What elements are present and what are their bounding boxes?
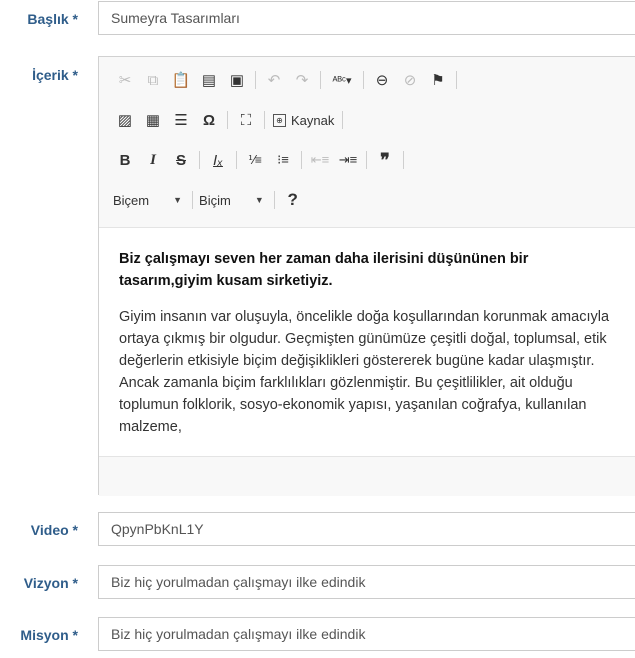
remove-format-icon[interactable]: Iₓ: [206, 148, 230, 172]
indent-icon[interactable]: ⇥≡: [336, 148, 360, 172]
blockquote-icon[interactable]: ❞: [373, 148, 397, 172]
maximize-icon[interactable]: ⛶: [234, 108, 258, 132]
toolbar-separator: [199, 151, 200, 169]
title-input[interactable]: Sumeyra Tasarımları: [98, 1, 635, 35]
anchor-flag-icon[interactable]: ⚑: [426, 68, 450, 92]
mission-label: Misyon *: [20, 627, 78, 643]
editor-content-area[interactable]: Biz çalışmayı seven her zaman daha ileri…: [99, 227, 635, 456]
toolbar-separator: [301, 151, 302, 169]
toolbar-separator: [342, 111, 344, 129]
style-dropdown-label: Biçem: [113, 192, 150, 208]
content-lead-paragraph: Biz çalışmayı seven her zaman daha ileri…: [119, 251, 529, 289]
image-icon[interactable]: ▨: [113, 108, 137, 132]
chevron-down-icon: ▼: [254, 195, 264, 205]
toolbar-separator: [320, 71, 321, 89]
outdent-icon[interactable]: ⇤≡: [308, 148, 332, 172]
special-char-icon[interactable]: Ω: [197, 108, 221, 132]
toolbar-separator: [236, 151, 237, 169]
horizontal-rule-icon[interactable]: ☰: [169, 108, 193, 132]
content-body-paragraph: Giyim insanın var oluşuyla, öncelikle do…: [119, 309, 610, 435]
undo-icon[interactable]: ↶: [262, 68, 286, 92]
toolbar-separator: [403, 151, 404, 169]
toolbar-separator: [363, 71, 364, 89]
video-input[interactable]: QpynPbKnL1Y: [98, 512, 635, 546]
table-icon[interactable]: ▦: [141, 108, 165, 132]
format-dropdown[interactable]: Biçim ▼: [199, 193, 264, 208]
source-label: Kaynak: [291, 112, 335, 128]
spellcheck-icon[interactable]: ᴬᴮᶜ▾: [327, 68, 357, 92]
source-button[interactable]: ⊕ Kaynak: [273, 113, 334, 128]
title-label: Başlık *: [27, 11, 78, 27]
numbered-list-icon[interactable]: ⅟≡: [243, 148, 267, 172]
paste-word-icon[interactable]: ▣: [225, 68, 249, 92]
toolbar-separator: [192, 191, 194, 209]
style-dropdown[interactable]: Biçem ▼: [113, 193, 182, 208]
cut-icon[interactable]: ✂: [113, 68, 137, 92]
mission-input[interactable]: Biz hiç yorulmadan çalışmayı ilke edindi…: [98, 617, 635, 651]
italic-icon[interactable]: I: [141, 148, 165, 172]
toolbar-separator: [227, 111, 228, 129]
rich-text-editor: ✂ ⧉ 📋 ▤ ▣ ↶ ↷ ᴬᴮᶜ▾ ⊖ ⊘ ⚑ ▨ ▦ ☰ Ω ⛶ ⊕ Kay…: [98, 56, 635, 496]
bold-icon[interactable]: B: [113, 148, 137, 172]
toolbar-separator: [264, 111, 265, 129]
paste-icon[interactable]: 📋: [169, 68, 193, 92]
editor-toolbar: ✂ ⧉ 📋 ▤ ▣ ↶ ↷ ᴬᴮᶜ▾ ⊖ ⊘ ⚑ ▨ ▦ ☰ Ω ⛶ ⊕ Kay…: [99, 57, 635, 227]
editor-footer: [99, 456, 635, 496]
toolbar-separator: [366, 151, 367, 169]
bulleted-list-icon[interactable]: ⁝≡: [271, 148, 295, 172]
toolbar-separator: [456, 71, 457, 89]
content-label: İçerik *: [32, 67, 78, 83]
video-label: Video *: [30, 522, 78, 538]
redo-icon[interactable]: ↷: [290, 68, 314, 92]
toolbar-separator: [273, 191, 275, 209]
vision-input[interactable]: Biz hiç yorulmadan çalışmayı ilke edindi…: [98, 565, 635, 599]
copy-icon[interactable]: ⧉: [141, 68, 165, 92]
format-dropdown-label: Biçim: [199, 192, 231, 208]
unlink-icon[interactable]: ⊘: [398, 68, 422, 92]
toolbar-separator: [255, 71, 256, 89]
strike-icon[interactable]: S: [169, 148, 193, 172]
help-button[interactable]: ?: [281, 188, 305, 212]
source-icon: ⊕: [273, 113, 286, 127]
vision-label: Vizyon *: [23, 575, 78, 591]
link-icon[interactable]: ⊖: [370, 68, 394, 92]
paste-text-icon[interactable]: ▤: [197, 68, 221, 92]
chevron-down-icon: ▼: [173, 195, 183, 205]
